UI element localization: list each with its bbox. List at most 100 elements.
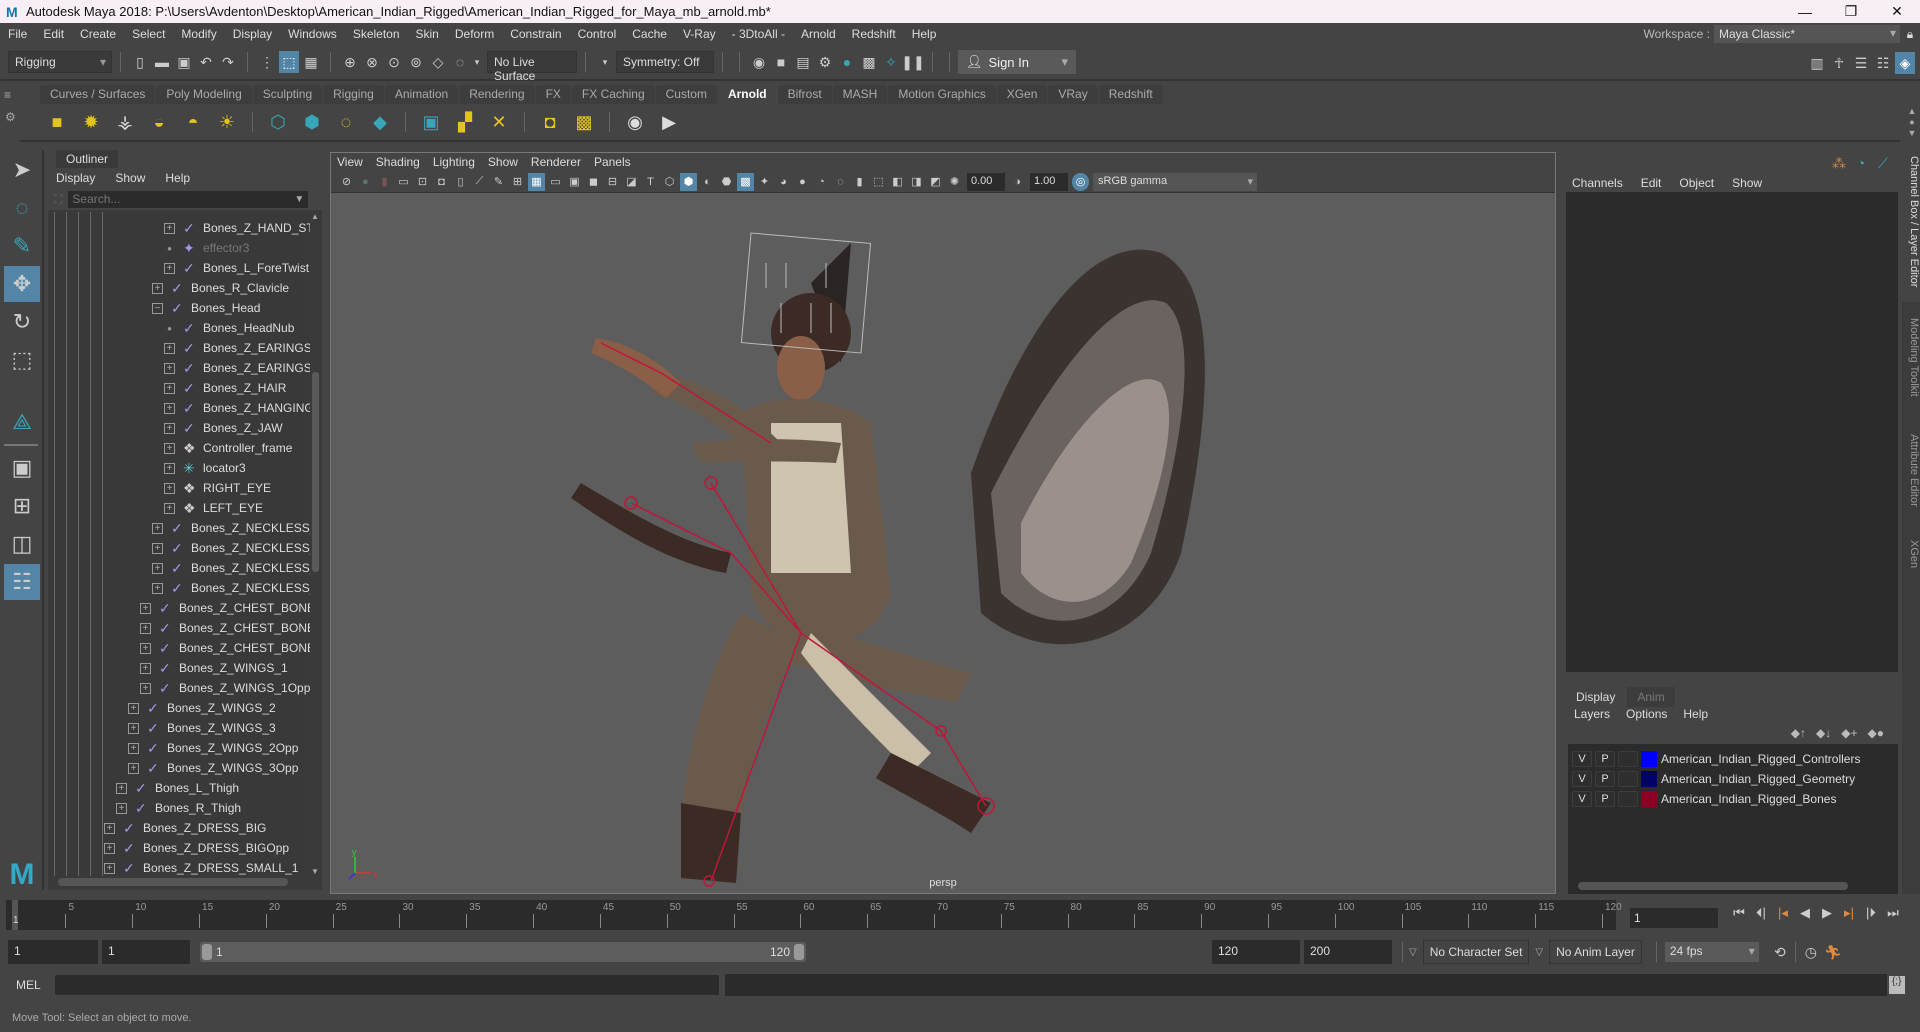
- outliner-horizontal-scrollbar[interactable]: [48, 876, 310, 888]
- outliner-item[interactable]: ● ✓ Bones_HeadNub: [164, 318, 294, 338]
- scroll-down-icon[interactable]: ▼: [311, 867, 319, 876]
- bookmark-icon[interactable]: ▯: [452, 173, 469, 191]
- field-chart-icon[interactable]: ◼: [585, 173, 602, 191]
- channel-menu-show[interactable]: Show: [1732, 176, 1762, 190]
- shelf-tab-rigging[interactable]: Rigging: [323, 85, 384, 104]
- expand-icon[interactable]: +: [116, 782, 127, 794]
- arnold-renderview-icon[interactable]: ◉: [622, 109, 648, 135]
- outliner-item[interactable]: + ✓ Bones_Z_WINGS_1Opp: [140, 678, 310, 698]
- lock-icon[interactable]: 🔒︎: [1900, 27, 1920, 42]
- scale-tool-icon[interactable]: ⬚: [4, 342, 40, 378]
- outliner-item[interactable]: + ✓ Bones_Z_WINGS_3Opp: [128, 758, 298, 778]
- outliner-item[interactable]: + ✓ Bones_Z_WINGS_2: [128, 698, 276, 718]
- live-surface-field[interactable]: No Live Surface: [487, 51, 577, 83]
- layer-visibility-toggle[interactable]: V: [1572, 791, 1592, 807]
- character-set-dropdown[interactable]: No Character Set: [1422, 940, 1530, 964]
- menu-help[interactable]: Help: [904, 27, 945, 41]
- xray-active-icon[interactable]: ◨: [908, 173, 925, 191]
- layer-tab-anim[interactable]: Anim: [1627, 687, 1675, 707]
- viewport-menu-show[interactable]: Show: [488, 155, 518, 169]
- skydome-light-icon[interactable]: ◒: [146, 109, 172, 135]
- expand-icon[interactable]: +: [152, 542, 163, 554]
- create-curve-collector-icon[interactable]: ◌: [333, 109, 359, 135]
- shadow-catcher-icon[interactable]: ◘: [537, 109, 563, 135]
- time-slider[interactable]: 1 5 10 15 20 25 30 35 40 45 50 55 60 65 70 75 80 85 90 95 1…: [6, 900, 1622, 930]
- layer-color-swatch[interactable]: [1641, 791, 1657, 807]
- layer-menu-options[interactable]: Options: [1626, 707, 1667, 721]
- close-button[interactable]: ✕: [1874, 3, 1920, 20]
- export-standin-icon[interactable]: ⬢: [299, 109, 325, 135]
- symmetry-options-arrow-icon[interactable]: ▾: [595, 51, 615, 73]
- isolate-select-icon[interactable]: ⬚: [870, 173, 887, 191]
- render-view-icon[interactable]: ◉: [749, 51, 769, 73]
- outliner-item[interactable]: + ✓ Bones_Z_NECKLESS_3: [152, 578, 310, 598]
- current-frame-field[interactable]: 1: [1630, 908, 1718, 928]
- light-portal-icon[interactable]: ☀: [214, 109, 240, 135]
- pause-viewport-icon[interactable]: ❚❚: [901, 51, 924, 73]
- outliner-item[interactable]: + ✓ Bones_Z_WINGS_1: [140, 658, 288, 678]
- step-forward-frame-icon[interactable]: ▸|: [1838, 905, 1860, 921]
- film-gate-icon[interactable]: ▦: [528, 172, 545, 191]
- expand-icon[interactable]: +: [128, 702, 139, 714]
- outliner-item[interactable]: + ✓ Bones_Z_EARINGS_1Op: [164, 358, 310, 378]
- channel-menu-object[interactable]: Object: [1679, 176, 1714, 190]
- expand-icon[interactable]: +: [152, 582, 163, 594]
- move-layer-down-icon[interactable]: ◆↓: [1816, 726, 1831, 740]
- show-manipulator-icon[interactable]: ⟁: [4, 404, 40, 440]
- outliner-item[interactable]: + ✓ Bones_L_ForeTwist: [164, 258, 309, 278]
- auto-key-icon[interactable]: ◷: [1801, 941, 1821, 963]
- use-all-lights-icon[interactable]: ✦: [756, 173, 773, 191]
- text-safe-icon[interactable]: T: [642, 173, 659, 191]
- step-forward-key-icon[interactable]: |⏵: [1860, 905, 1882, 921]
- shelf-tab-mash[interactable]: MASH: [832, 85, 888, 104]
- outliner-item[interactable]: + ❖ Controller_frame: [164, 438, 292, 458]
- camera-film-gate-icon[interactable]: ◘: [433, 173, 450, 191]
- symmetry-dropdown[interactable]: Symmetry: Off: [616, 51, 714, 73]
- light-editor-icon[interactable]: ✧: [881, 51, 901, 73]
- expand-icon[interactable]: +: [128, 762, 139, 774]
- menu-windows[interactable]: Windows: [280, 27, 345, 41]
- expand-icon[interactable]: +: [152, 522, 163, 534]
- outliner-menu-display[interactable]: Display: [56, 171, 95, 185]
- arnold-render-icon[interactable]: ▶: [656, 109, 682, 135]
- layer-playback-toggle[interactable]: P: [1595, 751, 1615, 767]
- menu-cache[interactable]: Cache: [624, 27, 675, 41]
- step-back-frame-icon[interactable]: |◂: [1772, 905, 1794, 921]
- smooth-shade-icon[interactable]: ⬢: [680, 172, 697, 191]
- outliner-item[interactable]: + ✓ Bones_L_Thigh: [116, 778, 239, 798]
- menu-display[interactable]: Display: [225, 27, 280, 41]
- expand-icon[interactable]: +: [140, 662, 151, 674]
- shelf-tab-custom[interactable]: Custom: [655, 85, 717, 104]
- grid-icon[interactable]: ⊞: [509, 173, 526, 191]
- wireframe-icon[interactable]: ⬡: [661, 173, 678, 191]
- shelf-settings-icon[interactable]: ⚙: [0, 106, 20, 128]
- side-tab-attribute-editor[interactable]: Attribute Editor: [1902, 430, 1920, 530]
- outliner-item[interactable]: − ✓ Bones_Head: [152, 298, 260, 318]
- render-settings-icon[interactable]: ⚙: [815, 51, 835, 73]
- side-tab-channel-box[interactable]: Channel Box / Layer Editor: [1902, 152, 1920, 302]
- mel-language-toggle[interactable]: MEL: [16, 978, 41, 992]
- layer-playback-toggle[interactable]: P: [1595, 791, 1615, 807]
- search-options-arrow-icon[interactable]: ▼: [294, 194, 304, 205]
- menu-control[interactable]: Control: [570, 27, 625, 41]
- single-perspective-view-icon[interactable]: ▣: [4, 450, 40, 486]
- expand-icon[interactable]: +: [104, 822, 115, 834]
- save-scene-icon[interactable]: ▣: [174, 51, 194, 73]
- move-tool-icon[interactable]: ✥: [4, 266, 40, 302]
- expand-icon[interactable]: +: [128, 742, 139, 754]
- human-ik-icon[interactable]: ☥: [1829, 52, 1849, 74]
- menu-arnold[interactable]: Arnold: [793, 27, 844, 41]
- scroll-up-icon[interactable]: ▲: [311, 212, 319, 221]
- grease-pencil-icon[interactable]: ✎: [490, 173, 507, 191]
- expand-icon[interactable]: +: [164, 342, 175, 354]
- physical-sky-icon[interactable]: ◓: [180, 109, 206, 135]
- channel-box-toggle-icon[interactable]: ◈: [1895, 52, 1915, 74]
- shelf-tab-sculpting[interactable]: Sculpting: [252, 85, 323, 104]
- two-d-pan-zoom-icon[interactable]: ⟋: [471, 173, 488, 191]
- motion-blur-icon[interactable]: ◔: [813, 173, 830, 191]
- layer-horizontal-scrollbar[interactable]: [1568, 880, 1888, 892]
- layer-menu-layers[interactable]: Layers: [1574, 707, 1610, 721]
- play-backwards-icon[interactable]: ◀: [1794, 905, 1816, 921]
- maximize-button[interactable]: ❐: [1828, 3, 1874, 20]
- outliner-item[interactable]: + ✓ Bones_Z_CHEST_BONES_BEL: [140, 598, 310, 618]
